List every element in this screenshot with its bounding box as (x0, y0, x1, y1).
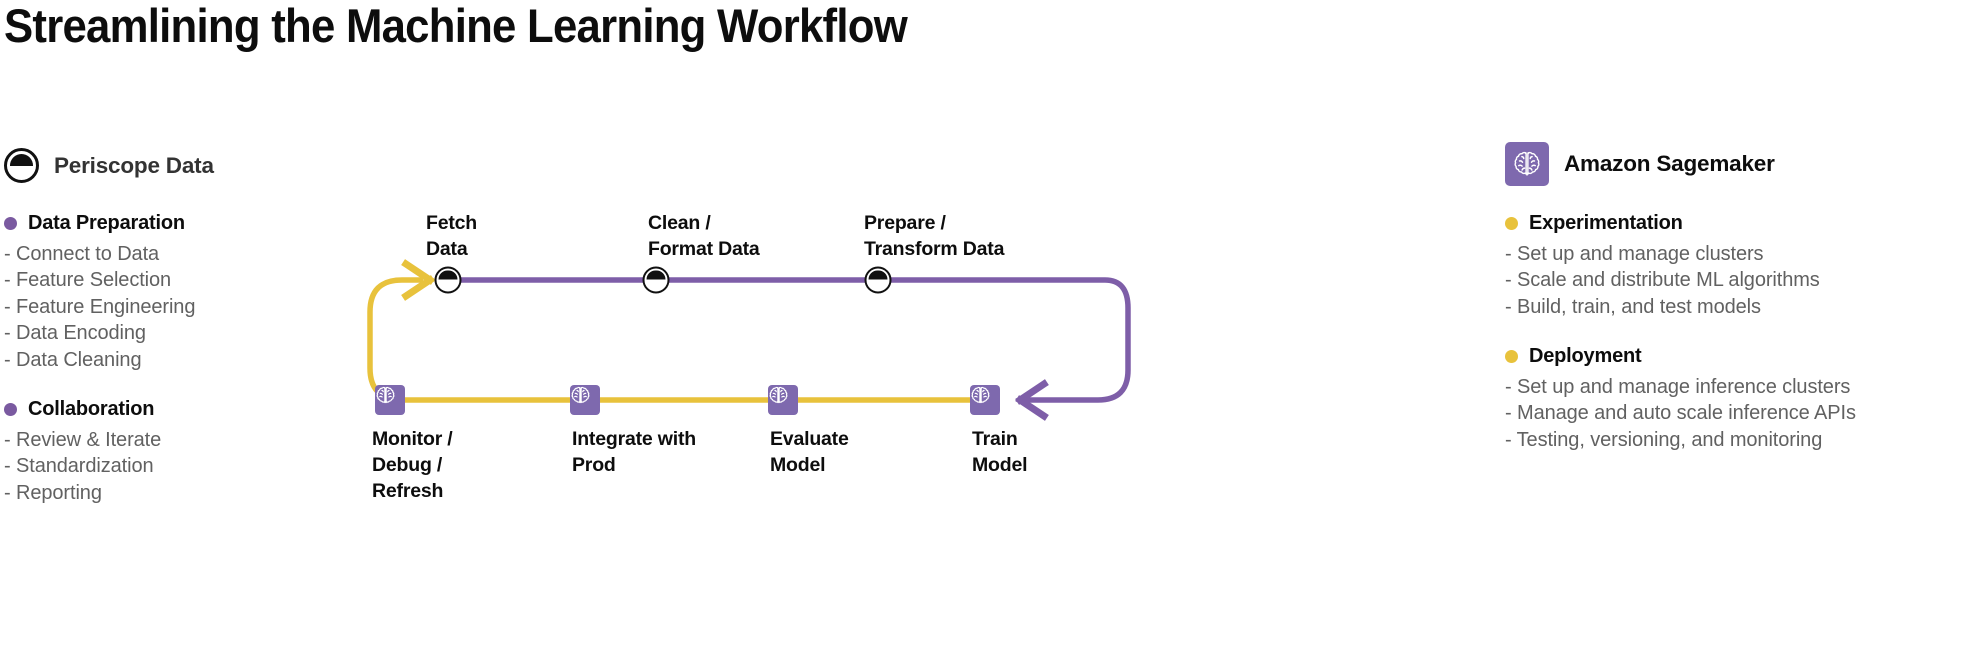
node-label-monitor-debug-refresh: Monitor / Debug / Refresh (372, 428, 453, 502)
node-integrate-with-prod[interactable] (570, 385, 600, 415)
workflow-connectors (367, 259, 1131, 421)
page-title: Streamlining the Machine Learning Workfl… (4, 0, 908, 52)
periscope-logo-icon (864, 266, 892, 294)
yellow-path (367, 277, 985, 403)
group-deployment: Deployment - Set up and manage inference… (1505, 345, 1965, 453)
node-evaluate-model[interactable] (768, 385, 798, 415)
brain-icon (570, 385, 600, 415)
node-label-evaluate-model: Evaluate Model (770, 428, 849, 476)
group-title: Collaboration (28, 398, 155, 420)
periscope-brand-row: Periscope Data (4, 148, 214, 183)
group-title: Deployment (1529, 345, 1642, 367)
group-list: - Set up and manage inference clusters -… (1505, 374, 1965, 453)
brain-icon (768, 385, 798, 415)
brain-icon (375, 385, 405, 415)
node-train-model[interactable] (970, 385, 1000, 415)
group-title: Experimentation (1529, 212, 1683, 234)
bullet-icon (1505, 217, 1518, 230)
periscope-logo-icon (434, 266, 462, 294)
group-experimentation: Experimentation - Set up and manage clus… (1505, 212, 1965, 320)
node-label-integrate-with-prod: Integrate with Prod (572, 428, 696, 476)
periscope-logo-icon (4, 148, 39, 183)
group-header: Experimentation (1505, 212, 1965, 235)
bullet-icon (4, 403, 17, 416)
group-list: - Set up and manage clusters - Scale and… (1505, 241, 1965, 320)
list-item: - Build, train, and test models (1505, 295, 1761, 318)
workflow-diagram: Fetch Data Clean / Format Data Prepare /… (360, 212, 1160, 560)
group-title: Data Preparation (28, 212, 185, 234)
list-item: - Testing, versioning, and monitoring (1505, 428, 1823, 451)
node-label-fetch-data: Fetch Data (426, 212, 478, 260)
node-label-clean-format-data: Clean / Format Data (648, 212, 760, 260)
node-label-train-model: Train Model (972, 428, 1028, 476)
list-item: - Set up and manage inference clusters (1505, 376, 1851, 398)
node-label-prepare-transform-data: Prepare / Transform Data (864, 212, 1005, 260)
bullet-icon (1505, 350, 1518, 363)
list-item: - Set up and manage clusters (1505, 243, 1764, 265)
node-prepare-transform-data[interactable] (864, 266, 892, 294)
list-item: - Scale and distribute ML algorithms (1505, 269, 1820, 292)
node-fetch-data[interactable] (434, 266, 462, 294)
list-item: - Manage and auto scale inference APIs (1505, 402, 1856, 425)
periscope-brand-name: Periscope Data (54, 152, 214, 178)
sagemaker-brand-name: Amazon Sagemaker (1564, 151, 1775, 176)
brain-icon (1505, 142, 1549, 186)
brain-icon (970, 385, 1000, 415)
bullet-icon (4, 217, 17, 230)
periscope-logo-icon (642, 266, 670, 294)
node-clean-format-data[interactable] (642, 266, 670, 294)
node-monitor-debug-refresh[interactable] (375, 385, 405, 415)
purple-path (450, 277, 1131, 403)
group-header: Deployment (1505, 345, 1965, 368)
sagemaker-brand-row: Amazon Sagemaker (1505, 142, 1775, 186)
